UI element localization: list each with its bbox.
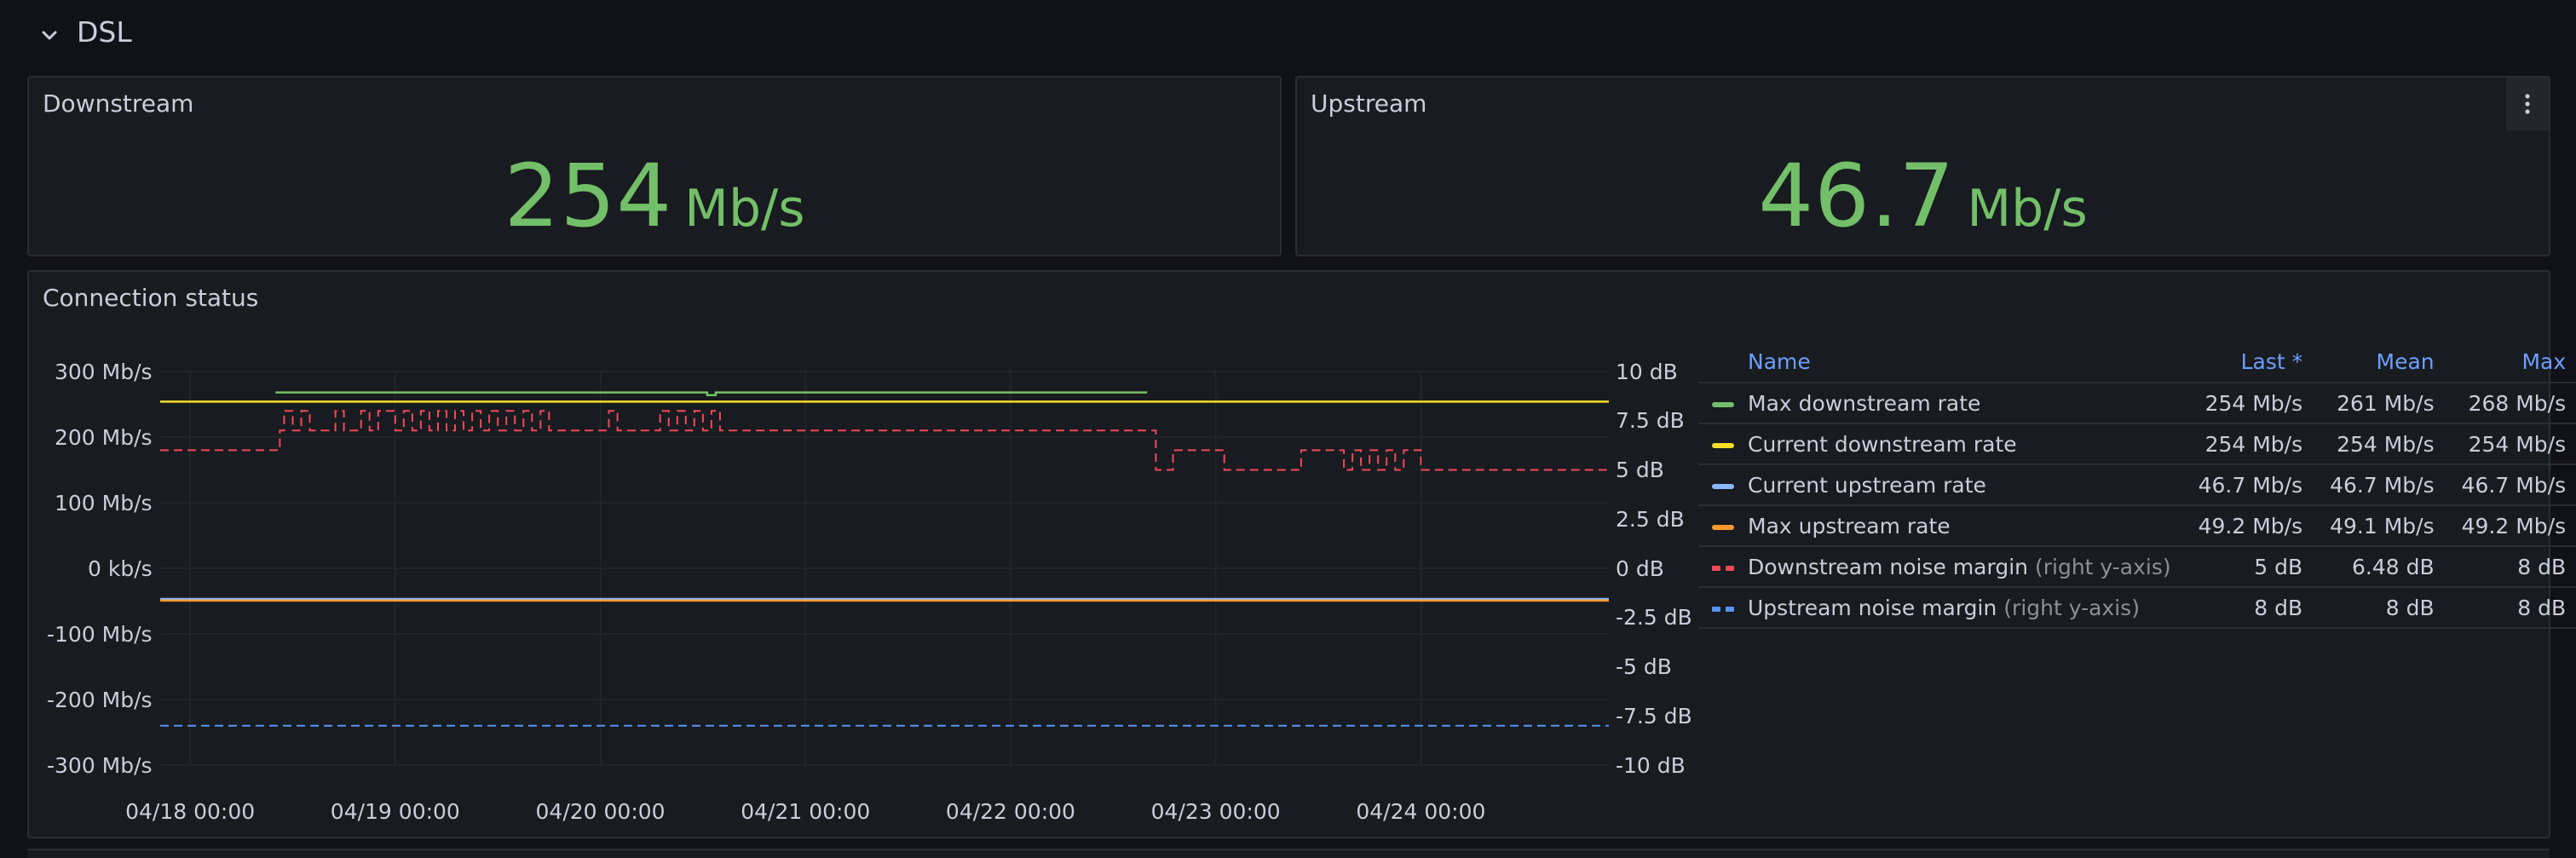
x-tick-label: 04/24 00:00 — [1356, 798, 1486, 824]
legend-swatch — [1712, 524, 1734, 530]
legend-series-name[interactable]: Upstream noise margin — [1748, 596, 1997, 620]
legend-max: 8 dB — [2447, 546, 2576, 588]
y-right-tick-label: 10 dB — [1616, 359, 1678, 384]
legend-last: 49.2 Mb/s — [2184, 505, 2317, 547]
y-right-tick-label: 2.5 dB — [1616, 506, 1685, 532]
x-tick-label: 04/21 00:00 — [741, 798, 871, 824]
y-right-tick-label: -5 dB — [1616, 654, 1672, 679]
legend-row[interactable]: Current downstream rate 254 Mb/s 254 Mb/s 2… — [1698, 423, 2576, 465]
legend-swatch — [1712, 442, 1734, 448]
y-left-tick-label: -300 Mb/s — [47, 752, 153, 778]
upstream-panel[interactable]: Upstream 46.7 Mb/s — [1295, 76, 2550, 256]
y-right-tick-label: -7.5 dB — [1616, 703, 1692, 728]
x-tick-label: 04/18 00:00 — [125, 798, 256, 824]
legend-mean: 6.48 dB — [2316, 546, 2448, 588]
y-left-tick-label: 0 kb/s — [88, 556, 153, 581]
kebab-menu-icon — [2525, 94, 2530, 114]
y-right-tick-label: 7.5 dB — [1616, 408, 1685, 434]
legend-axis-note: (right y-axis) — [2034, 554, 2171, 579]
legend-header-last[interactable]: Last * — [2184, 341, 2317, 383]
panel-title: Upstream — [1311, 89, 1427, 118]
y-right-tick-label: -2.5 dB — [1616, 605, 1692, 631]
legend-last: 46.7 Mb/s — [2184, 464, 2317, 506]
legend-swatch — [1712, 401, 1734, 407]
legend-row[interactable]: Current upstream rate 46.7 Mb/s 46.7 Mb/s 4… — [1698, 464, 2576, 506]
x-tick-label: 04/22 00:00 — [945, 798, 1075, 824]
legend-mean: 254 Mb/s — [2316, 423, 2448, 465]
legend-max: 268 Mb/s — [2447, 383, 2576, 424]
legend-mean: 8 dB — [2316, 587, 2448, 629]
x-tick-label: 04/23 00:00 — [1150, 798, 1281, 824]
legend-last: 8 dB — [2184, 587, 2317, 629]
panel-title: Downstream — [43, 89, 194, 118]
legend-swatch — [1712, 606, 1734, 612]
legend-series-name[interactable]: Max upstream rate — [1748, 514, 1951, 538]
legend-series-name[interactable]: Max downstream rate — [1748, 391, 1980, 416]
chart-legend: Name Last * Mean Max Max downstream rate… — [1698, 341, 2576, 629]
legend-mean: 49.1 Mb/s — [2316, 505, 2448, 547]
downstream-stat: 254 Mb/s — [29, 146, 1280, 247]
legend-header-mean[interactable]: Mean — [2316, 341, 2448, 383]
x-tick-label: 04/20 00:00 — [535, 798, 666, 824]
legend-series-name[interactable]: Downstream noise margin — [1748, 555, 2028, 579]
y-left-tick-label: 200 Mb/s — [55, 424, 153, 450]
y-right-tick-label: 0 dB — [1616, 556, 1664, 581]
legend-header-name[interactable]: Name — [1698, 341, 2185, 383]
y-left-tick-label: 300 Mb/s — [55, 359, 153, 384]
downstream-value: 254 — [504, 146, 673, 247]
panel-menu-button[interactable] — [2506, 78, 2549, 130]
legend-series-name[interactable]: Current downstream rate — [1748, 432, 2017, 457]
x-tick-label: 04/19 00:00 — [330, 798, 460, 824]
downstream-unit: Mb/s — [684, 179, 805, 239]
legend-last: 5 dB — [2184, 546, 2317, 588]
legend-max: 254 Mb/s — [2447, 423, 2576, 465]
legend-swatch — [1712, 483, 1734, 489]
legend-mean: 261 Mb/s — [2316, 383, 2448, 424]
legend-series-name[interactable]: Current upstream rate — [1748, 473, 1986, 498]
upstream-stat: 46.7 Mb/s — [1297, 146, 2549, 247]
legend-max: 46.7 Mb/s — [2447, 464, 2576, 506]
upstream-value: 46.7 — [1758, 146, 1956, 247]
legend-max: 8 dB — [2447, 587, 2576, 629]
legend-max: 49.2 Mb/s — [2447, 505, 2576, 547]
row-header-dsl[interactable]: DSL — [0, 0, 2576, 72]
legend-last: 254 Mb/s — [2184, 383, 2317, 424]
legend-axis-note: (right y-axis) — [2003, 595, 2140, 620]
legend-row[interactable]: Max downstream rate 254 Mb/s 261 Mb/s 268 M… — [1698, 383, 2576, 424]
row-title[interactable]: DSL — [77, 15, 132, 49]
downstream-panel[interactable]: Downstream 254 Mb/s — [27, 76, 1282, 256]
legend-row[interactable]: Max upstream rate 49.2 Mb/s 49.1 Mb/s 49.2 … — [1698, 505, 2576, 547]
y-left-tick-label: -100 Mb/s — [47, 621, 153, 647]
legend-last: 254 Mb/s — [2184, 423, 2317, 465]
legend-row[interactable]: Upstream noise margin (right y-axis) 8 dB… — [1698, 587, 2576, 629]
legend-row[interactable]: Downstream noise margin (right y-axis) 5 … — [1698, 546, 2576, 588]
next-panel-edge — [27, 849, 2550, 858]
y-right-tick-label: -10 dB — [1616, 752, 1686, 778]
y-right-tick-label: 5 dB — [1616, 458, 1664, 482]
y-left-tick-label: -200 Mb/s — [47, 687, 153, 712]
legend-mean: 46.7 Mb/s — [2316, 464, 2448, 506]
chevron-down-icon[interactable] — [37, 24, 61, 48]
legend-swatch — [1712, 565, 1734, 571]
legend-header-max[interactable]: Max — [2447, 341, 2576, 383]
upstream-unit: Mb/s — [1967, 179, 2088, 239]
panel-title: Connection status — [43, 284, 259, 312]
y-left-tick-label: 100 Mb/s — [55, 490, 153, 515]
